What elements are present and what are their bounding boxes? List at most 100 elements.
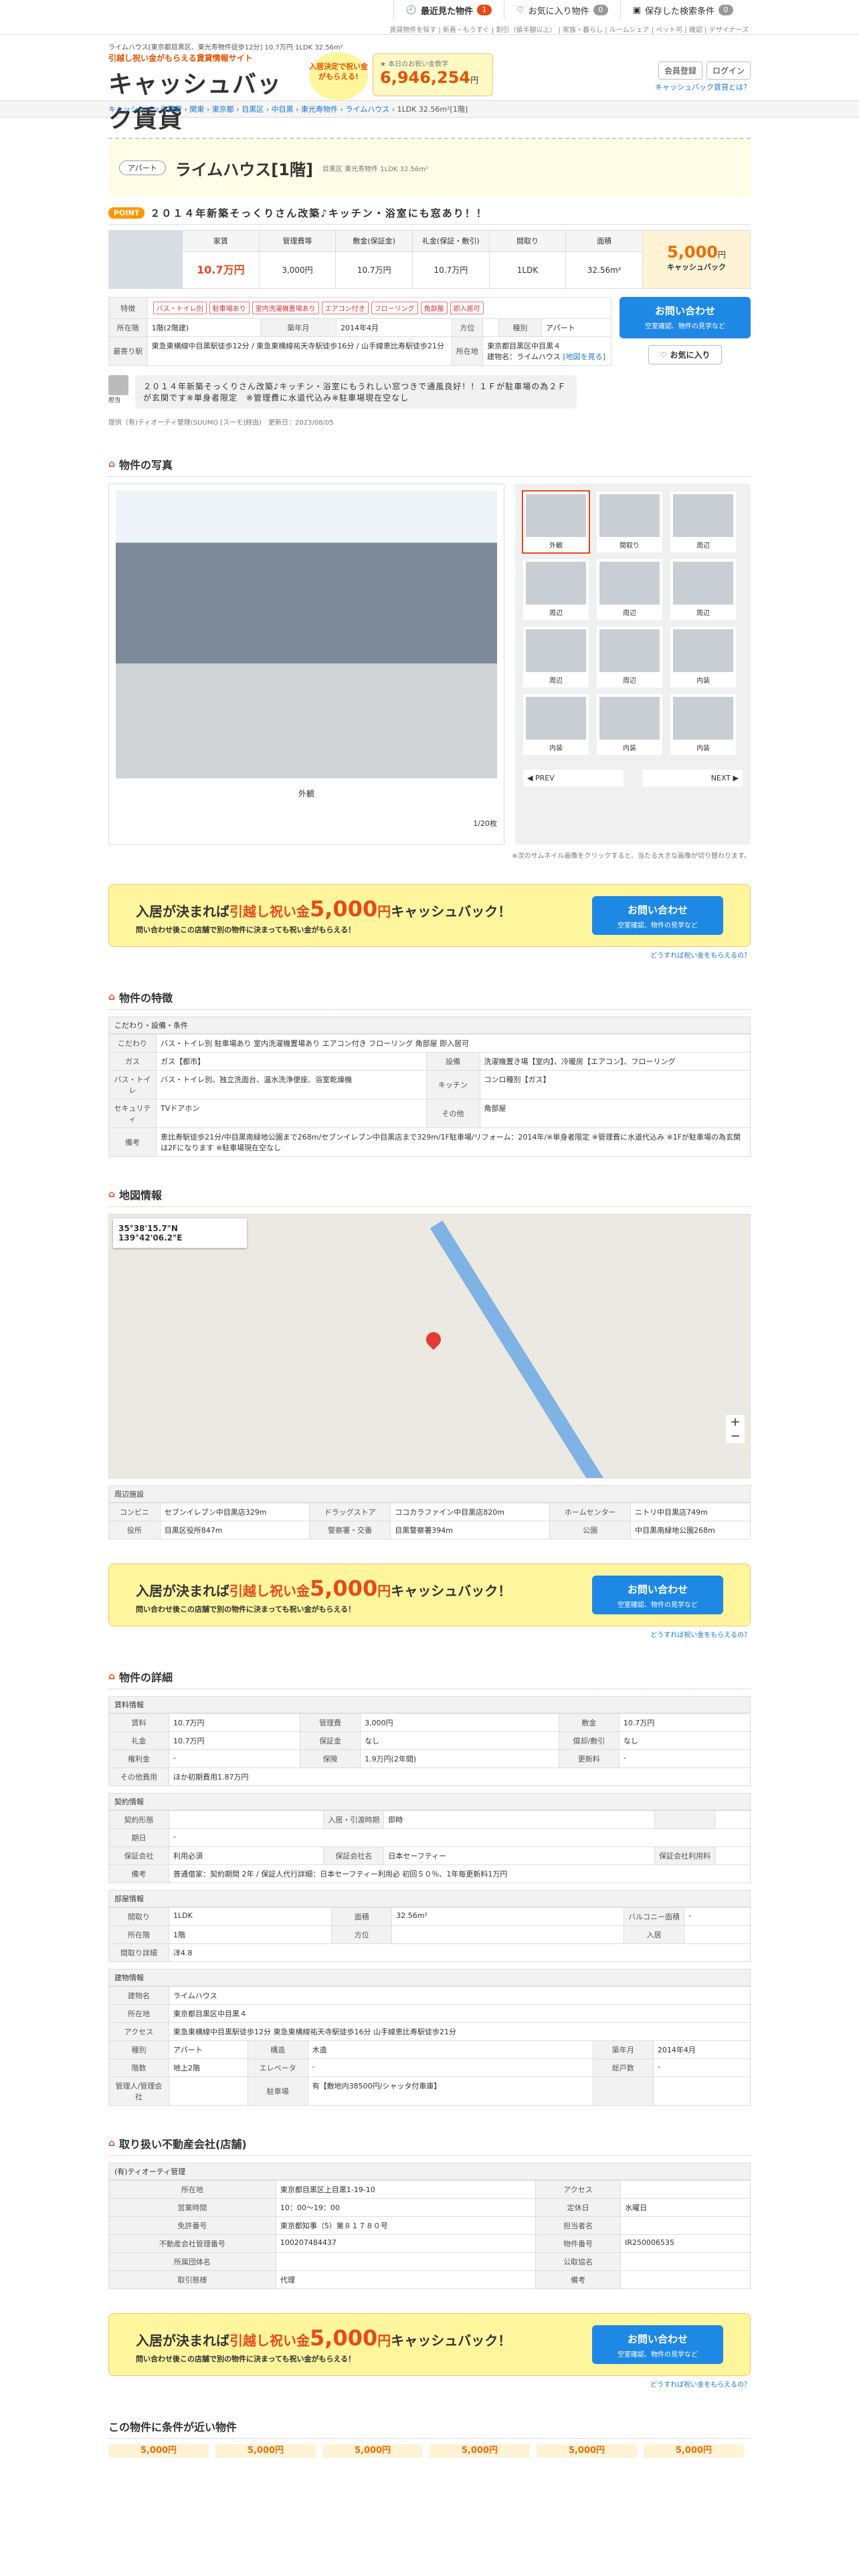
photo-gallery: 外観 1/20枚 外観 間取り 周辺 周辺 周辺 周辺 周辺 周辺 内装 内装 … [108,484,751,845]
property-subtitle: 目黒区 東光寿物件 1LDK 32.56m² [322,165,429,173]
house-icon: ⌂ [108,2138,116,2149]
site-header: ライムハウス[東京都目黒区、東光寿物件徒歩12分] 10.7万円 1LDK 32… [108,35,751,133]
breadcrumb-item[interactable]: 東京都 [212,105,234,114]
staff-comment: 担当 ２０１４年新築そっくりさん改築♪キッチン・浴室にもうれしい窓つきで通風良好… [108,375,751,409]
breadcrumb-home[interactable]: キャッシュバック賃貸 [108,105,182,114]
photo-thumb[interactable]: 周辺 [523,627,589,687]
detail-tables: 賃料情報 賃料 10.7万円 管理費 3,000円 敷金 10.7万円 礼金 10.7万円 保証金… [108,1696,751,2106]
detail-table: 契約形態 入居・引渡時期 即時 期日 - 保証会社 利用必須 保証会社名 日本セーフティー 保証会… [108,1810,751,1883]
house-icon: ⌂ [108,1671,116,1682]
top-nav: 🕘 最近見た物件 1 ♡ お気に入り物件 0 ▣ 保存した検索条件 0 [393,0,745,20]
house-icon: ⌂ [108,459,116,469]
photo-thumb[interactable]: 内装 [523,694,589,755]
map-pin-icon[interactable] [423,1329,444,1350]
photo-thumb[interactable]: 内装 [670,627,736,687]
provider-info: 提供（有)ティオーティ管理(SUUMO [スーモ]経由) 更新日：2023/08… [108,419,334,427]
breadcrumb-item[interactable]: 関東 [189,105,204,114]
similar-card[interactable]: 5,000円 [215,2444,316,2458]
map-coordinates: 35°38'15.7"N 139°42'06.2"E [113,1218,247,1248]
header-tagline: ライムハウス[東京都目黒区、東光寿物件徒歩12分] 10.7万円 1LDK 32… [108,44,343,51]
prev-button[interactable]: ◀ PREV [523,770,624,786]
map-view[interactable]: 35°38'15.7"N 139°42'06.2"E + − [108,1214,751,1479]
breadcrumb-item[interactable]: 中目黒 [272,105,294,114]
breadcrumb-current: 1LDK 32.56m²[1階] [397,105,468,114]
header-buttons: 会員登録 ログイン [658,62,751,80]
what-is-link[interactable]: キャッシュバック賃貸とは？ [655,82,751,92]
section-map: ⌂ 地図情報 [108,1186,751,1207]
total-cashback-box: ★ 本日のお祝い金数字 6,946,254円 [373,53,493,96]
nearby-table: コンビニ セブンイレブン中目黒店329m ドラッグストア ココカラファイン中目黒店82… [108,1503,751,1539]
section-details: ⌂ 物件の詳細 [108,1669,751,1689]
cashback-banner: 入居が決まれば引越し祝い金5,000円キャッシュバック！ 問い合わせ後この店舗で別… [108,884,751,947]
rent-value: 10.7万円 [197,263,245,276]
photo-thumb[interactable]: 間取り [597,492,662,552]
avatar [108,375,128,395]
photo-thumb[interactable]: 周辺 [523,559,589,620]
recent-link[interactable]: 🕘 最近見た物件 1 [393,0,504,20]
photo-thumb[interactable]: 外観 [522,490,590,554]
house-icon: ⌂ [108,1189,116,1200]
gallery-note: ※次のサムネイル画像をクリックすると、当たる大きな画像が切り替わります。 [512,853,751,860]
property-thumbnail[interactable] [109,231,183,288]
similar-card[interactable]: 5,000円 [537,2444,637,2458]
clock-icon: 🕘 [405,5,417,15]
contact-button[interactable]: お問い合わせ 空室確認、物件の見学など [619,297,751,338]
banner-contact-button[interactable]: お問い合わせ 空室確認、物件の見学など [592,896,723,935]
similar-list: 5,000円 5,000円 5,000円 5,000円 5,000円 5,000円 [108,2444,751,2458]
banner-contact-button[interactable]: お問い合わせ 空室確認、物件の見学など [592,1576,723,1614]
promo-bubble: 入居決定で祝い金がもらえる! [309,52,368,100]
detail-table: 間取り 1LDK 面積 32.56m² バルコニー面積 - 所在階 1階 方位 入居 間取り詳細 洋4… [108,1907,751,1962]
photo-thumb[interactable]: 周辺 [670,559,736,620]
cashback-cell: 5,000円 キャッシュバック [643,231,751,288]
detail-subhead: 建物情報 [108,1969,751,1986]
zoom-in-button[interactable]: + [726,1415,745,1429]
photo-thumb[interactable]: 周辺 [670,492,736,552]
how-to-link[interactable]: どうすれば祝い金をもらえるの？ [108,2379,751,2389]
photo-thumb[interactable]: 周辺 [597,627,662,687]
section-features: ⌂ 物件の特徴 [108,989,751,1010]
point-badge: POINT [108,207,145,219]
register-button[interactable]: 会員登録 [658,62,702,80]
price-summary: 家賃 10.7万円 管理費等 3,000円 敷金(保証金) 10.7万円 礼金(保証・… [108,230,751,289]
similar-card[interactable]: 5,000円 [322,2444,423,2458]
view-map-link[interactable]: [地図を見る] [563,352,605,361]
photo-thumb[interactable]: 内装 [597,694,662,755]
site-logo[interactable]: 引越し祝い金がもらえる賃貸情報サイト キャッシュバック賃貸 [108,52,289,134]
breadcrumb-item[interactable]: ライムハウス [345,105,389,114]
detail-subhead: 部屋情報 [108,1890,751,1907]
detail-subhead: 賃料情報 [108,1696,751,1713]
section-photos: ⌂ 物件の写真 [108,456,751,477]
photo-caption: 外観 [298,789,314,798]
features-table: こだわり バス・トイレ別 駐車場あり 室内洗濯機置場あり エアコン付き フローリン… [108,1034,751,1157]
how-to-link[interactable]: どうすれば祝い金をもらえるの？ [108,950,751,960]
cashback-banner: 入居が決まれば引越し祝い金5,000円キャッシュバック！ 問い合わせ後この店舗で別… [108,1564,751,1626]
property-title: ライムハウス[1階] [175,160,313,179]
similar-card[interactable]: 5,000円 [108,2444,209,2458]
zoom-out-button[interactable]: − [726,1429,745,1443]
similar-card[interactable]: 5,000円 [644,2444,744,2458]
detail-subhead: 契約情報 [108,1793,751,1810]
breadcrumb-item[interactable]: 目黒区 [242,105,264,114]
main-photo[interactable] [116,491,497,778]
next-button[interactable]: NEXT ▶ [642,770,743,786]
agent-table: 所在地 東京都目黒区上目黒1-19-10 アクセス 営業時間 10：00～19：00 定… [108,2180,751,2289]
save-icon: ▣ [632,5,641,15]
breadcrumb: キャッシュバック賃貸 › 関東 › 東京都 › 目黒区 › 中目黒 › 東光寿物… [0,100,859,118]
cashback-banner: 入居が決まれば引越し祝い金5,000円キャッシュバック！ 問い合わせ後この店舗で別… [108,2313,751,2376]
photo-count: 1/20枚 [473,819,497,828]
action-area: お問い合わせ 空室確認、物件の見学など ♡ お気に入り [619,297,751,366]
photo-thumb[interactable]: 内装 [670,694,736,755]
house-icon: ⌂ [108,992,116,1002]
favorite-button[interactable]: ♡ お気に入り [648,345,722,364]
agent-name: (有)ティオーティ管理 [108,2163,751,2180]
sub-links[interactable]: 賃貸物件を探す | 新着・もうすぐ | 割引（値半額以上） | 家族・暮らし |… [389,24,749,34]
property-title-box: アパート ライムハウス[1階] 目黒区 東光寿物件 1LDK 32.56m² [108,138,751,197]
saved-search-link[interactable]: ▣ 保存した検索条件 0 [619,0,745,20]
banner-contact-button[interactable]: お問い合わせ 空室確認、物件の見学など [592,2325,723,2364]
how-to-link[interactable]: どうすれば祝い金をもらえるの？ [108,1629,751,1639]
login-button[interactable]: ログイン [706,62,751,80]
breadcrumb-item[interactable]: 東光寿物件 [301,105,338,114]
favorites-link[interactable]: ♡ お気に入り物件 0 [504,0,620,20]
photo-thumb[interactable]: 周辺 [597,559,662,620]
similar-card[interactable]: 5,000円 [430,2444,530,2458]
